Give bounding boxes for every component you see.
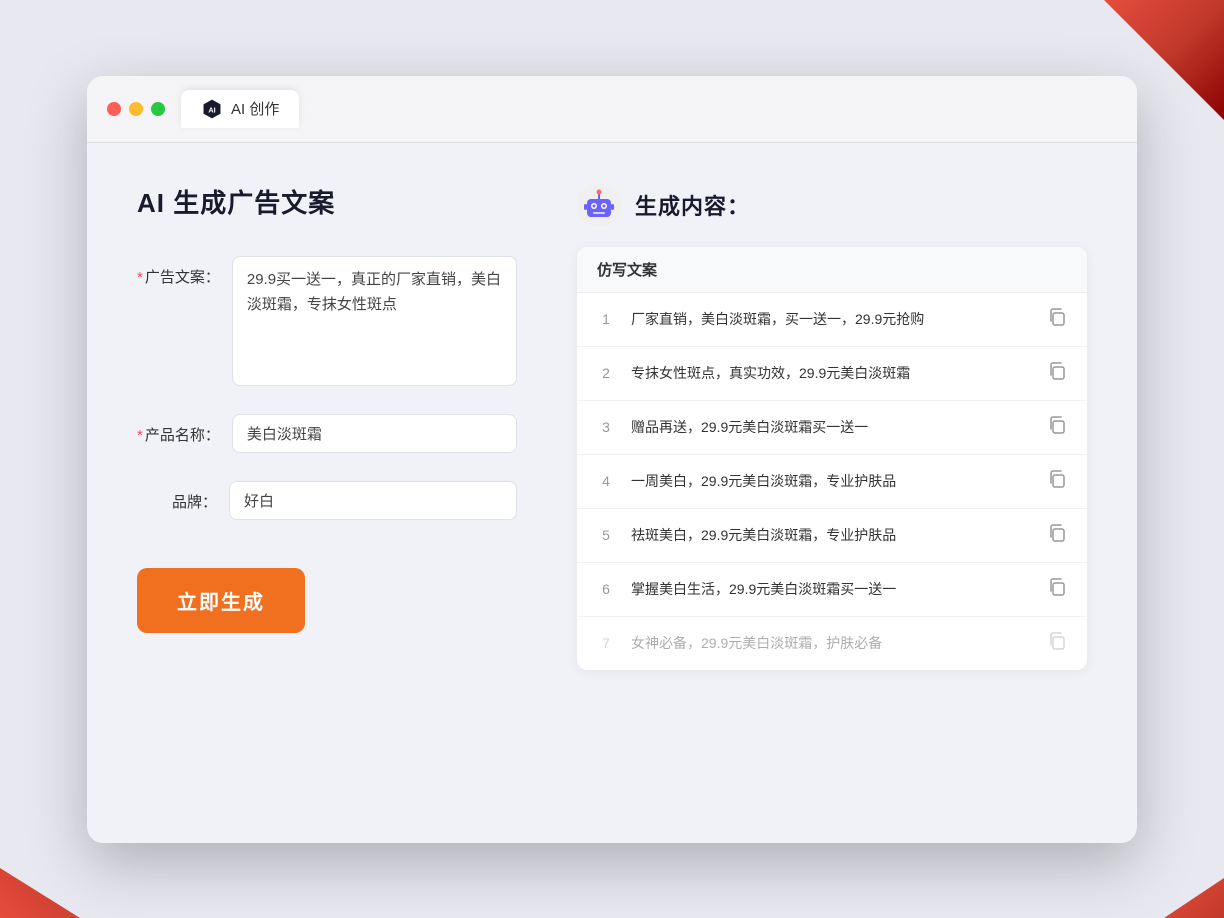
decorative-corner-bottom-left <box>0 868 80 918</box>
table-row: 1 厂家直销，美白淡斑霜，买一送一，29.9元抢购 <box>577 293 1087 347</box>
table-row: 5 祛斑美白，29.9元美白淡斑霜，专业护肤品 <box>577 509 1087 563</box>
row-text: 专抹女性斑点，真实功效，29.9元美白淡斑霜 <box>631 363 1031 384</box>
table-row: 7 女神必备，29.9元美白淡斑霜，护肤必备 <box>577 617 1087 670</box>
brand-group: 品牌： <box>137 481 517 520</box>
row-text: 祛斑美白，29.9元美白淡斑霜，专业护肤品 <box>631 525 1031 546</box>
content-area: AI 生成广告文案 *广告文案： *产品名称： 品牌： 立 <box>87 143 1137 843</box>
brand-label: 品牌： <box>137 481 217 512</box>
ai-tab-icon: AI <box>201 98 223 120</box>
row-text: 厂家直销，美白淡斑霜，买一送一，29.9元抢购 <box>631 309 1031 330</box>
minimize-button[interactable] <box>129 102 143 116</box>
row-number: 4 <box>597 473 615 489</box>
right-title: 生成内容： <box>635 189 750 221</box>
results-table-header: 仿写文案 <box>577 247 1087 293</box>
table-row: 2 专抹女性斑点，真实功效，29.9元美白淡斑霜 <box>577 347 1087 401</box>
decorative-corner-bottom-right <box>1164 878 1224 918</box>
table-row: 3 赠品再送，29.9元美白淡斑霜买一送一 <box>577 401 1087 455</box>
row-number: 5 <box>597 527 615 543</box>
copy-icon[interactable] <box>1047 523 1067 548</box>
ad-copy-label: *广告文案： <box>137 256 220 287</box>
tab-label: AI 创作 <box>231 98 279 119</box>
copy-icon[interactable] <box>1047 631 1067 656</box>
browser-window: AI AI 创作 AI 生成广告文案 *广告文案： *产品名称： <box>87 76 1137 843</box>
row-text: 赠品再送，29.9元美白淡斑霜买一送一 <box>631 417 1031 438</box>
copy-icon[interactable] <box>1047 307 1067 332</box>
copy-icon[interactable] <box>1047 469 1067 494</box>
required-star-ad: * <box>137 269 143 286</box>
row-number: 3 <box>597 419 615 435</box>
table-row: 4 一周美白，29.9元美白淡斑霜，专业护肤品 <box>577 455 1087 509</box>
right-header: 生成内容： <box>577 183 1087 227</box>
left-panel: AI 生成广告文案 *广告文案： *产品名称： 品牌： 立 <box>137 183 517 803</box>
robot-icon <box>577 183 621 227</box>
row-number: 7 <box>597 635 615 651</box>
ad-copy-input[interactable] <box>232 256 517 386</box>
row-text: 一周美白，29.9元美白淡斑霜，专业护肤品 <box>631 471 1031 492</box>
product-name-label: *产品名称： <box>137 414 220 445</box>
page-title: AI 生成广告文案 <box>137 183 517 220</box>
row-number: 1 <box>597 311 615 327</box>
brand-input[interactable] <box>229 481 517 520</box>
ad-copy-group: *广告文案： <box>137 256 517 386</box>
required-star-product: * <box>137 427 143 444</box>
row-text: 掌握美白生活，29.9元美白淡斑霜买一送一 <box>631 579 1031 600</box>
results-rows: 1 厂家直销，美白淡斑霜，买一送一，29.9元抢购 2 专抹女性斑点，真实功效，29… <box>577 293 1087 670</box>
copy-icon[interactable] <box>1047 415 1067 440</box>
window-controls <box>107 102 165 116</box>
svg-text:AI: AI <box>208 105 215 114</box>
results-table: 仿写文案 1 厂家直销，美白淡斑霜，买一送一，29.9元抢购 2 专抹女性斑点，真实… <box>577 247 1087 670</box>
maximize-button[interactable] <box>151 102 165 116</box>
table-row: 6 掌握美白生活，29.9元美白淡斑霜买一送一 <box>577 563 1087 617</box>
product-name-input[interactable] <box>232 414 517 453</box>
close-button[interactable] <box>107 102 121 116</box>
row-number: 2 <box>597 365 615 381</box>
browser-tab[interactable]: AI AI 创作 <box>181 90 299 128</box>
product-name-group: *产品名称： <box>137 414 517 453</box>
copy-icon[interactable] <box>1047 577 1067 602</box>
title-bar: AI AI 创作 <box>87 76 1137 143</box>
right-panel: 生成内容： 仿写文案 1 厂家直销，美白淡斑霜，买一送一，29.9元抢购 2 专抹女… <box>577 183 1087 803</box>
row-number: 6 <box>597 581 615 597</box>
row-text: 女神必备，29.9元美白淡斑霜，护肤必备 <box>631 633 1031 654</box>
copy-icon[interactable] <box>1047 361 1067 386</box>
generate-button[interactable]: 立即生成 <box>137 568 305 633</box>
